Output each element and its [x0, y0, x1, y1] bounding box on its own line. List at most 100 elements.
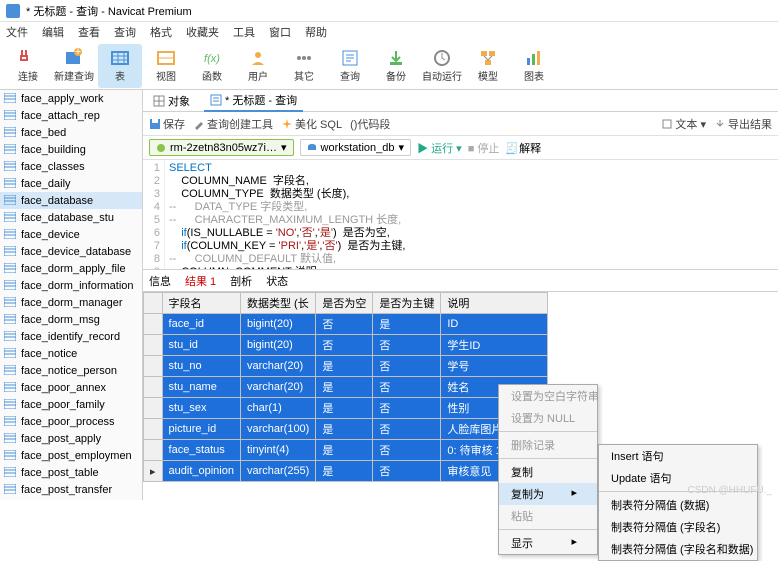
cell[interactable]: bigint(20)	[240, 314, 315, 335]
table-row[interactable]: picture_idvarchar(100)是否人脸库图片ID	[144, 419, 548, 440]
cell[interactable]: 否	[373, 440, 441, 461]
toolbar-user-button[interactable]: 用户	[236, 44, 280, 88]
toolbar-query-button[interactable]: 查询	[328, 44, 372, 88]
table-sidebar[interactable]: face_apply_workface_attach_repface_bedfa…	[0, 90, 143, 500]
sidebar-table-item[interactable]: face_apply_work	[0, 90, 142, 107]
table-row[interactable]: stu_namevarchar(20)是否姓名	[144, 377, 548, 398]
tab-objects[interactable]: 对象	[147, 91, 196, 111]
toolbar-model-button[interactable]: 模型	[466, 44, 510, 88]
result-tab[interactable]: 剖析	[230, 273, 252, 289]
run-button[interactable]: ▶ 运行 ▾	[417, 140, 462, 156]
toolbar-other-button[interactable]: 其它	[282, 44, 326, 88]
sidebar-table-item[interactable]: face_post_table	[0, 464, 142, 481]
column-header[interactable]: 说明	[441, 293, 548, 314]
sidebar-table-item[interactable]: face_post_transfer	[0, 481, 142, 498]
table-row[interactable]: face_statustinyint(4)是否0: 待审核 1: 已通过	[144, 440, 548, 461]
sidebar-table-item[interactable]: face_identify_record	[0, 328, 142, 345]
sidebar-table-item[interactable]: face_building	[0, 141, 142, 158]
cell[interactable]: 是	[316, 461, 373, 482]
column-header[interactable]: 是否为空	[316, 293, 373, 314]
menu-item[interactable]: 工具	[233, 24, 255, 40]
builder-button[interactable]: 查询创建工具	[193, 116, 273, 132]
cell[interactable]: ID	[441, 314, 548, 335]
sidebar-table-item[interactable]: face_poor_process	[0, 413, 142, 430]
cell[interactable]: stu_no	[162, 356, 240, 377]
cell[interactable]: 否	[316, 314, 373, 335]
column-header[interactable]: 字段名	[162, 293, 240, 314]
cell[interactable]: tinyint(4)	[240, 440, 315, 461]
cell[interactable]: picture_id	[162, 419, 240, 440]
submenu-item[interactable]: 制表符分隔值 (字段名)	[599, 516, 757, 538]
toolbar-table-button[interactable]: 表	[98, 44, 142, 88]
cell[interactable]: varchar(20)	[240, 377, 315, 398]
menu-item[interactable]: 查询	[114, 24, 136, 40]
submenu-item[interactable]: 制表符分隔值 (字段名和数据)	[599, 538, 757, 560]
sql-editor[interactable]: 123456789 SELECT COLUMN_NAME 字段名, COLUMN…	[143, 160, 778, 270]
cell[interactable]: 是	[373, 314, 441, 335]
table-row[interactable]: stu_novarchar(20)是否学号	[144, 356, 548, 377]
toolbar-newq-button[interactable]: +新建查询	[52, 44, 96, 88]
beautify-button[interactable]: 美化 SQL	[281, 116, 342, 132]
cell[interactable]: 否	[373, 461, 441, 482]
explain-button[interactable]: 🧾解释	[505, 140, 541, 156]
menu-delete[interactable]: 删除记录	[499, 434, 597, 456]
cell[interactable]: 学号	[441, 356, 548, 377]
tab-query[interactable]: * 无标题 - 查询	[204, 90, 303, 112]
cell[interactable]: audit_opinion	[162, 461, 240, 482]
sidebar-table-item[interactable]: face_poor_family	[0, 396, 142, 413]
cell[interactable]: 否	[373, 377, 441, 398]
cell[interactable]: stu_sex	[162, 398, 240, 419]
cell[interactable]: 否	[373, 335, 441, 356]
sidebar-table-item[interactable]: face_database_stu	[0, 209, 142, 226]
cell[interactable]: 是	[316, 377, 373, 398]
table-row[interactable]: ▸audit_opinionvarchar(255)是否审核意见	[144, 461, 548, 482]
result-tab[interactable]: 结果 1	[185, 273, 216, 289]
cell[interactable]: 否	[316, 335, 373, 356]
toolbar-plug-button[interactable]: 连接	[6, 44, 50, 88]
menu-show[interactable]: 显示▸	[499, 532, 597, 554]
text-button[interactable]: 文本 ▾	[661, 116, 706, 132]
sidebar-table-item[interactable]: face_dorm_msg	[0, 311, 142, 328]
stop-button[interactable]: ■ 停止	[468, 140, 500, 156]
table-row[interactable]: face_idbigint(20)否是ID	[144, 314, 548, 335]
menu-item[interactable]: 查看	[78, 24, 100, 40]
column-header[interactable]: 是否为主键	[373, 293, 441, 314]
cell[interactable]: stu_name	[162, 377, 240, 398]
server-selector[interactable]: rm-2zetn83n05wz7i… ▾	[149, 139, 294, 156]
sidebar-table-item[interactable]: face_daily	[0, 175, 142, 192]
sidebar-table-item[interactable]: face_notice_person	[0, 362, 142, 379]
cell[interactable]: 是	[316, 356, 373, 377]
sidebar-table-item[interactable]: face_attach_rep	[0, 107, 142, 124]
snippet-button[interactable]: ()代码段	[350, 116, 390, 132]
menu-item[interactable]: 帮助	[305, 24, 327, 40]
sidebar-table-item[interactable]: face_device	[0, 226, 142, 243]
sidebar-table-item[interactable]: face_dorm_manager	[0, 294, 142, 311]
table-row[interactable]: stu_idbigint(20)否否学生ID	[144, 335, 548, 356]
menu-item[interactable]: 编辑	[42, 24, 64, 40]
menu-paste[interactable]: 粘贴	[499, 505, 597, 527]
cell[interactable]: 否	[373, 419, 441, 440]
table-row[interactable]: stu_sexchar(1)是否性别	[144, 398, 548, 419]
cell[interactable]: stu_id	[162, 335, 240, 356]
cell[interactable]: 是	[316, 440, 373, 461]
cell[interactable]: varchar(255)	[240, 461, 315, 482]
menu-copy[interactable]: 复制	[499, 461, 597, 483]
toolbar-chart-button[interactable]: 图表	[512, 44, 556, 88]
cell[interactable]: varchar(100)	[240, 419, 315, 440]
cell[interactable]: char(1)	[240, 398, 315, 419]
sidebar-table-item[interactable]: face_database	[0, 192, 142, 209]
cell[interactable]: bigint(20)	[240, 335, 315, 356]
column-header[interactable]: 数据类型 (长	[240, 293, 315, 314]
sidebar-table-item[interactable]: face_notice	[0, 345, 142, 362]
cell[interactable]: varchar(20)	[240, 356, 315, 377]
cell[interactable]: face_id	[162, 314, 240, 335]
sidebar-table-item[interactable]: face_post_employmen	[0, 447, 142, 464]
context-submenu[interactable]: Insert 语句Update 语句制表符分隔值 (数据)制表符分隔值 (字段名…	[598, 444, 758, 561]
cell[interactable]: 否	[373, 398, 441, 419]
toolbar-backup-button[interactable]: 备份	[374, 44, 418, 88]
sidebar-table-item[interactable]: face_dorm_information	[0, 277, 142, 294]
cell[interactable]: 是	[316, 398, 373, 419]
menu-item[interactable]: 窗口	[269, 24, 291, 40]
sidebar-table-item[interactable]: face_dorm_apply_file	[0, 260, 142, 277]
cell[interactable]: 学生ID	[441, 335, 548, 356]
